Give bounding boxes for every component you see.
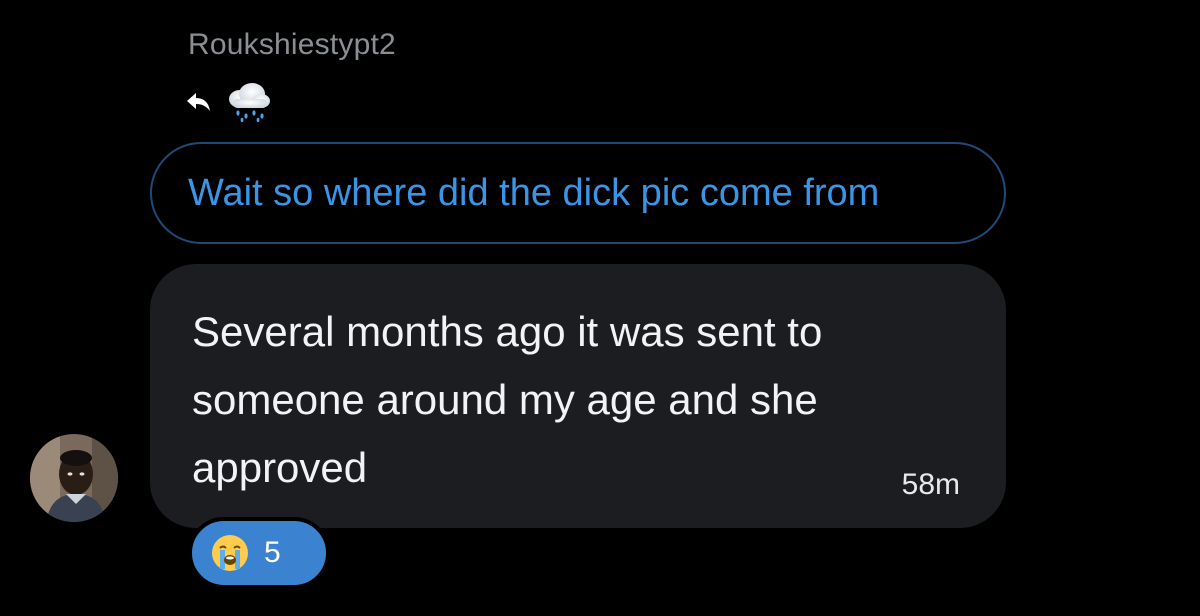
reply-indicator <box>184 80 274 124</box>
loudly-crying-face-icon <box>210 533 250 573</box>
user-avatar[interactable] <box>30 434 118 522</box>
sender-name: Roukshiestypt2 <box>188 28 396 61</box>
reply-arrow-icon[interactable] <box>184 87 214 117</box>
quoted-message-bubble[interactable]: Wait so where did the dick pic come from <box>150 142 1006 244</box>
cloud-with-rain-icon <box>222 80 274 124</box>
message-timestamp: 58m <box>901 468 960 501</box>
quoted-message-text: Wait so where did the dick pic come from <box>188 171 880 214</box>
message-bubble[interactable]: Several months ago it was sent to someon… <box>150 264 1006 528</box>
reaction-count: 5 <box>264 536 281 569</box>
reaction-badge[interactable]: 5 <box>188 517 330 589</box>
message-text: Several months ago it was sent to someon… <box>192 308 823 491</box>
